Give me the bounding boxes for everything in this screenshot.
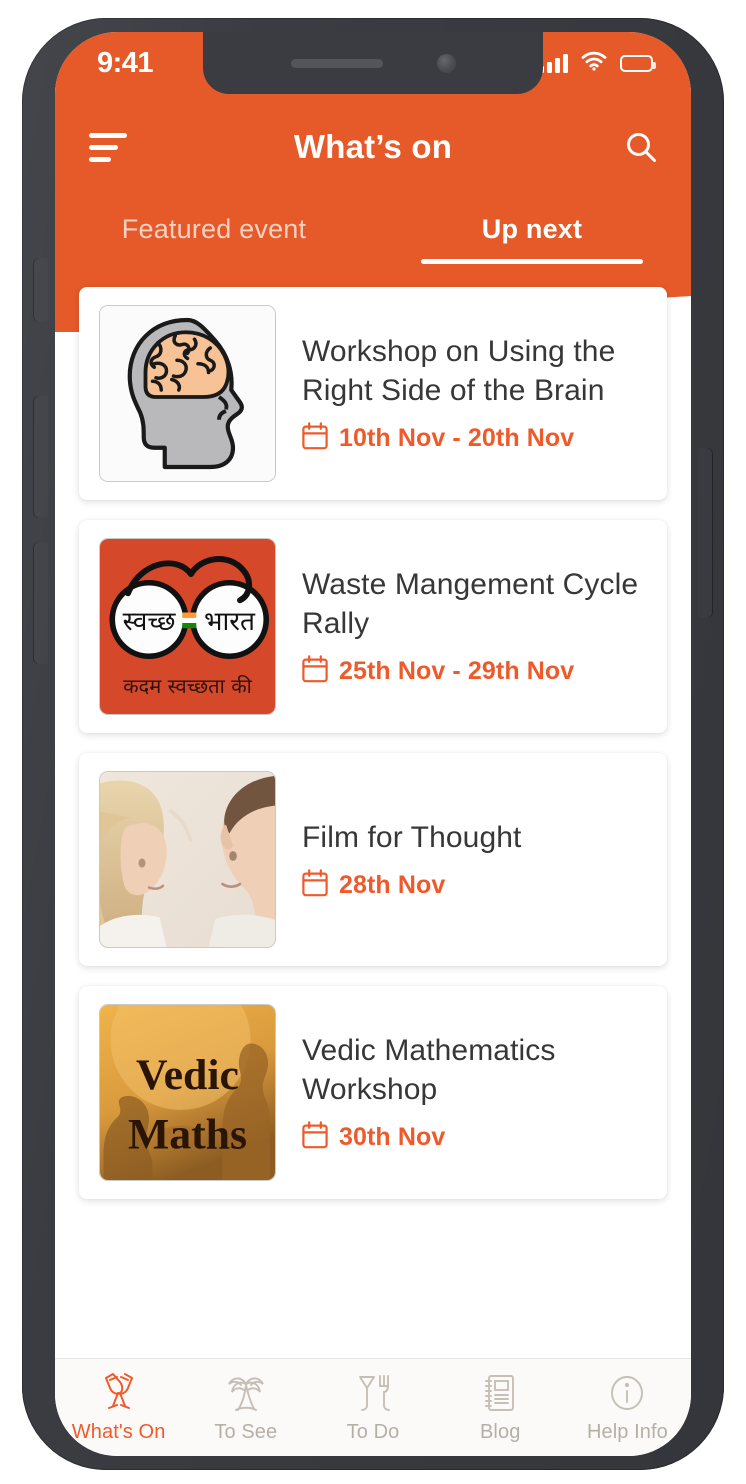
thumbnail-text-caption: कदम स्वच्छता की bbox=[123, 674, 253, 698]
mute-switch-button[interactable] bbox=[34, 258, 48, 322]
event-date: 25th Nov - 29th Nov bbox=[339, 657, 575, 685]
event-card-text: Workshop on Using the Right Side of the … bbox=[276, 332, 647, 455]
event-date: 10th Nov - 20th Nov bbox=[339, 424, 575, 452]
thumbnail-text-line2: Maths bbox=[128, 1111, 247, 1159]
front-camera-icon bbox=[436, 53, 456, 73]
volume-up-button[interactable] bbox=[34, 396, 48, 518]
phone-screen: 9:41 What’s on Featured event Up next Wo… bbox=[55, 32, 691, 1456]
notebook-icon bbox=[479, 1371, 521, 1417]
event-card[interactable]: स्वच्छ भारत कदम स्वच्छता की Waste Mangem… bbox=[79, 520, 667, 733]
nav-label: Blog bbox=[479, 1421, 521, 1443]
event-card-text: Film for Thought 28th Nov bbox=[276, 818, 529, 902]
device-notch bbox=[203, 32, 543, 94]
thumbnail-text-line1: Vedic bbox=[136, 1051, 239, 1099]
event-date-row: 10th Nov - 20th Nov bbox=[302, 422, 639, 455]
power-button[interactable] bbox=[698, 448, 712, 618]
event-date: 30th Nov bbox=[339, 1123, 446, 1151]
nav-item-blog[interactable]: Blog bbox=[437, 1359, 564, 1456]
event-card-text: Waste Mangement Cycle Rally 25th Nov - 2… bbox=[276, 565, 647, 688]
volume-down-button[interactable] bbox=[34, 542, 48, 664]
event-thumbnail-brain-head-illustration bbox=[99, 305, 276, 482]
event-thumbnail-couple-photo bbox=[99, 771, 276, 948]
calendar-icon bbox=[302, 1121, 328, 1154]
event-thumbnail-swachh-bharat-logo: स्वच्छ भारत कदम स्वच्छता की bbox=[99, 538, 276, 715]
event-date-row: 28th Nov bbox=[302, 868, 521, 902]
event-title: Waste Mangement Cycle Rally bbox=[302, 568, 639, 640]
event-thumbnail-vedic-maths-poster: Vedic Maths bbox=[99, 1004, 276, 1181]
thumbnail-text-left: स्वच्छ bbox=[123, 607, 177, 637]
champagne-glasses-icon bbox=[98, 1371, 140, 1417]
nav-item-to-see[interactable]: To See bbox=[182, 1359, 309, 1456]
event-title: Workshop on Using the Right Side of the … bbox=[302, 335, 616, 407]
calendar-icon bbox=[302, 655, 328, 688]
palm-tree-icon bbox=[225, 1371, 267, 1417]
nav-label: What's On bbox=[71, 1421, 166, 1443]
nav-label: Help Info bbox=[586, 1421, 668, 1443]
earpiece-speaker-icon bbox=[290, 58, 383, 68]
bottom-navigation-bar: What's On To See To Do Blog Help Info bbox=[55, 1358, 691, 1456]
calendar-icon bbox=[302, 422, 328, 455]
event-card[interactable]: Workshop on Using the Right Side of the … bbox=[79, 287, 667, 500]
event-date: 28th Nov bbox=[339, 870, 446, 899]
nav-item-to-do[interactable]: To Do bbox=[309, 1359, 436, 1456]
glass-fork-icon bbox=[352, 1371, 394, 1417]
event-card[interactable]: Film for Thought 28th Nov bbox=[79, 753, 667, 966]
event-card-text: Vedic Mathematics Workshop 30th Nov bbox=[276, 1031, 647, 1154]
thumbnail-text-right: भारत bbox=[204, 607, 256, 637]
nav-item-whats-on[interactable]: What's On bbox=[55, 1359, 182, 1456]
event-list[interactable]: Workshop on Using the Right Side of the … bbox=[55, 32, 691, 1360]
nav-label: To Do bbox=[346, 1421, 400, 1443]
event-title: Vedic Mathematics Workshop bbox=[302, 1034, 556, 1106]
event-date-row: 25th Nov - 29th Nov bbox=[302, 655, 639, 688]
event-date-row: 30th Nov bbox=[302, 1121, 639, 1154]
info-circle-icon bbox=[606, 1371, 648, 1417]
event-title: Film for Thought bbox=[302, 820, 522, 854]
nav-label: To See bbox=[214, 1421, 278, 1443]
screenshot-stage: 9:41 What’s on Featured event Up next Wo… bbox=[0, 0, 746, 1484]
nav-item-help-info[interactable]: Help Info bbox=[564, 1359, 691, 1456]
calendar-icon bbox=[302, 868, 328, 902]
event-card[interactable]: Vedic Maths Vedic Mathematics Workshop 3… bbox=[79, 986, 667, 1199]
